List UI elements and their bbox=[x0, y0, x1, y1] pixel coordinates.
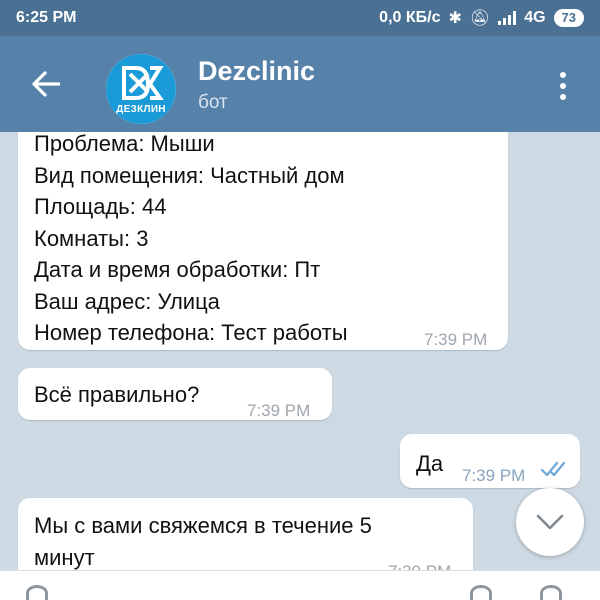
chevron-down-icon bbox=[536, 514, 564, 530]
chat-area[interactable]: Проблема: Мыши Вид помещения: Частный до… bbox=[0, 132, 600, 570]
battery-icon: 73 bbox=[553, 9, 584, 27]
double-check-icon bbox=[540, 461, 566, 477]
message-input-bar[interactable] bbox=[0, 570, 600, 600]
message-line: Дата и время обработки: Пт bbox=[34, 257, 321, 282]
message-line: Площадь: 44 bbox=[34, 194, 167, 219]
status-indicators: 0,0 КБ/с ✱ 🔕︎ 4G 73 bbox=[379, 8, 584, 28]
message-line: Комнаты: 3 bbox=[34, 225, 149, 251]
message-time: 7:39 PM bbox=[247, 401, 311, 420]
message-bubble: Всё правильно? 7:39 PM bbox=[18, 368, 332, 420]
message-line: Проблема: Мыши bbox=[34, 132, 215, 156]
microphone-icon[interactable] bbox=[540, 585, 562, 600]
avatar-label: ДЕЗКЛИН bbox=[116, 104, 166, 115]
message-line: Мы с вами свяжемся в течение 5 bbox=[34, 513, 372, 538]
message-time: 7:39 PM bbox=[388, 556, 451, 570]
avatar[interactable]: ДЕЗКЛИН bbox=[106, 54, 176, 124]
signal-icon bbox=[498, 11, 517, 25]
back-button[interactable] bbox=[24, 62, 68, 106]
status-bar: 6:25 PM 0,0 КБ/с ✱ 🔕︎ 4G 73 bbox=[0, 0, 600, 36]
network-type: 4G bbox=[524, 9, 546, 26]
message-line: Ваш адрес: Улица bbox=[34, 288, 220, 314]
message-bubble: Мы с вами свяжемся в течение 5 минут 7:3… bbox=[18, 498, 473, 570]
sticker-icon[interactable] bbox=[26, 585, 48, 600]
scroll-down-button[interactable] bbox=[516, 488, 584, 556]
arrow-left-icon bbox=[32, 71, 60, 97]
message-time: 7:39 PM bbox=[462, 466, 526, 485]
message-time: 7:39 PM bbox=[424, 330, 488, 349]
more-vertical-icon[interactable] bbox=[548, 66, 578, 106]
status-time: 6:25 PM bbox=[16, 9, 77, 26]
bluetooth-icon: ✱ bbox=[448, 10, 462, 27]
message-line: Вид помещения: Частный дом bbox=[34, 162, 345, 188]
message-bubble-outgoing: Да 7:39 PM bbox=[400, 434, 580, 488]
chat-title[interactable]: Dezclinic bbox=[198, 56, 315, 87]
network-speed: 0,0 КБ/с bbox=[379, 9, 441, 26]
attach-icon[interactable] bbox=[470, 585, 492, 600]
bell-off-icon: 🔕︎ bbox=[469, 10, 491, 27]
message-text: Всё правильно? bbox=[34, 382, 200, 407]
chat-header: ДЕЗКЛИН Dezclinic бот bbox=[0, 36, 600, 132]
message-bubble: Проблема: Мыши Вид помещения: Частный до… bbox=[18, 132, 508, 350]
chat-subtitle: бот bbox=[198, 92, 228, 113]
message-text: Да bbox=[416, 451, 444, 476]
